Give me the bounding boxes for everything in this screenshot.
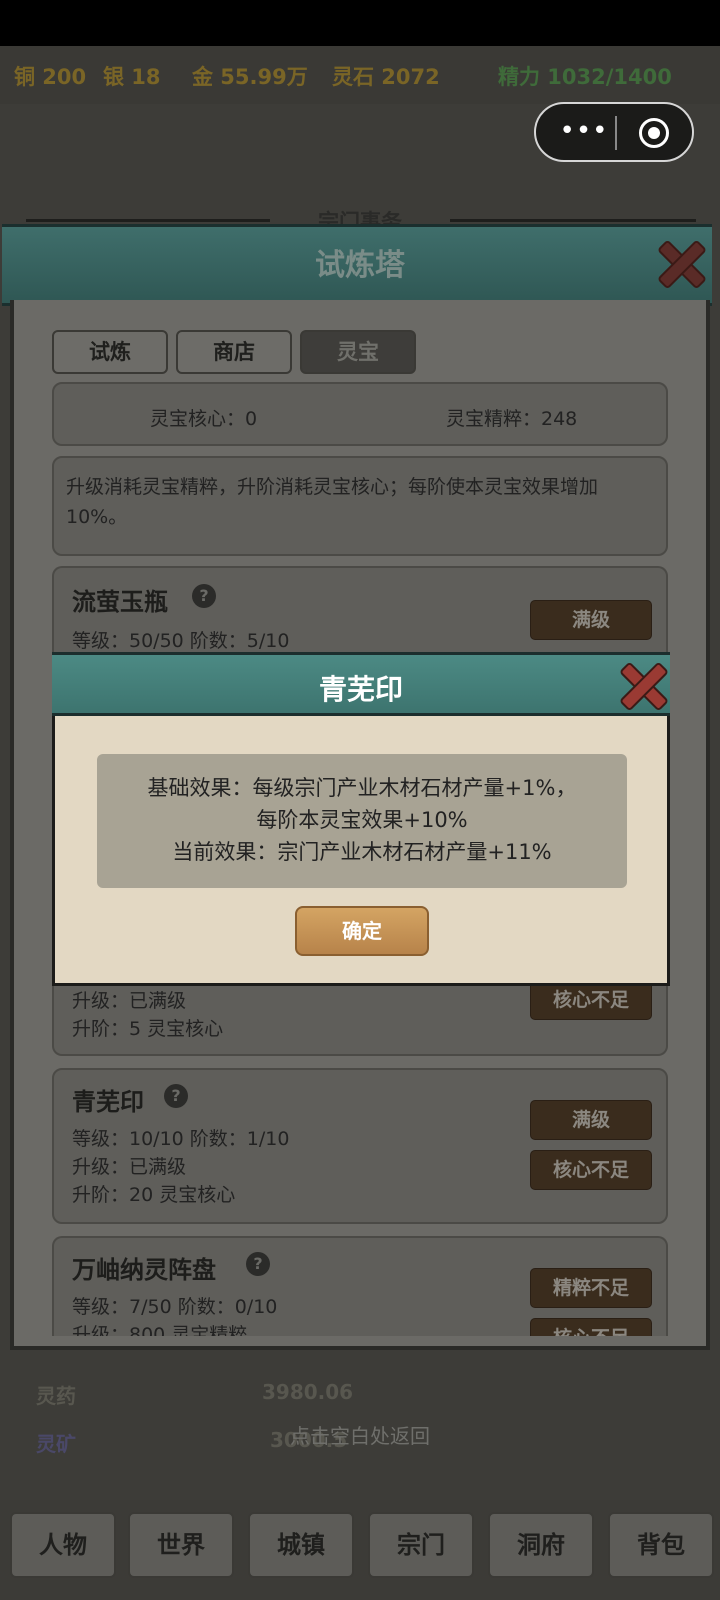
lingbao-card: 升级：已满级 升阶：5 灵宝核心 核心不足: [52, 980, 668, 1056]
popup-header: 青芜印: [52, 652, 670, 716]
bottom-nav: 人物 世界 城镇 宗门 洞府 背包: [0, 1500, 720, 1600]
popup-close-icon[interactable]: [614, 656, 670, 712]
nav-character[interactable]: 人物: [10, 1512, 116, 1578]
lingbao-detail-popup: 青芜印 基础效果：每级宗门产业木材石材产量+1%， 每阶本灵宝效果+10% 当前…: [52, 652, 670, 986]
tower-close-icon[interactable]: [652, 234, 708, 290]
close-program-icon[interactable]: [639, 118, 669, 148]
popup-body: 基础效果：每级宗门产业木材石材产量+1%， 每阶本灵宝效果+10% 当前效果：宗…: [52, 716, 670, 986]
mini-program-capsule: •••: [534, 102, 694, 162]
nav-world[interactable]: 世界: [128, 1512, 234, 1578]
spirit-stone-amount: 灵石 2072: [332, 65, 440, 89]
tab-shop[interactable]: 商店: [176, 330, 292, 374]
confirm-button[interactable]: 确定: [295, 906, 429, 956]
effect-box: 基础效果：每级宗门产业木材石材产量+1%， 每阶本灵宝效果+10% 当前效果：宗…: [97, 754, 627, 888]
item-level: 等级：10/10 阶数：1/10: [72, 1128, 290, 1150]
lingbao-essence-count: 灵宝精粹：248: [446, 408, 578, 430]
resource-summary-panel: 灵宝核心：0 灵宝精粹：248: [52, 382, 668, 446]
tab-trial[interactable]: 试炼: [52, 330, 168, 374]
bg-row-label: 灵药: [36, 1384, 76, 1408]
capsule-divider: [615, 116, 617, 150]
description-panel: 升级消耗灵宝精粹，升阶消耗灵宝核心；每阶使本灵宝效果增加10%。: [52, 456, 668, 556]
max-level-button[interactable]: 满级: [530, 1100, 652, 1140]
nav-sect[interactable]: 宗门: [368, 1512, 474, 1578]
item-upgrade: 升级：已满级: [72, 1156, 187, 1178]
item-upgrade: 升级：已满级: [72, 990, 187, 1012]
item-advance: 升阶：5 灵宝核心: [72, 1018, 224, 1040]
effect-current-line: 当前效果：宗门产业木材石材产量+11%: [172, 840, 552, 864]
tab-lingbao[interactable]: 灵宝: [300, 330, 416, 374]
max-level-button[interactable]: 满级: [530, 600, 652, 640]
core-insufficient-button[interactable]: 核心不足: [530, 1150, 652, 1190]
item-name: 青芜印: [72, 1088, 144, 1116]
more-icon[interactable]: •••: [552, 112, 616, 152]
bg-row-value: 3980.06: [262, 1380, 354, 1404]
item-upgrade: 升级：800 灵宝精粹: [72, 1324, 248, 1336]
core-insufficient-button[interactable]: 核心不足: [530, 1318, 652, 1336]
item-advance: 升阶：20 灵宝核心: [72, 1184, 236, 1206]
resource-bar: 铜 200 银 18 金 55.99万 灵石 2072 精力 1032/1400: [0, 46, 720, 104]
lingbao-card: 万岫纳灵阵盘 ? 等级：7/50 阶数：0/10 升级：800 灵宝精粹 精粹不…: [52, 1236, 668, 1336]
item-name: 流萤玉瓶: [72, 588, 168, 616]
tower-title: 试炼塔: [315, 248, 405, 283]
nav-town[interactable]: 城镇: [248, 1512, 354, 1578]
popup-title: 青芜印: [318, 673, 403, 706]
essence-insufficient-button[interactable]: 精粹不足: [530, 1268, 652, 1308]
status-bar: [0, 0, 720, 46]
lingbao-card: 青芜印 ? 等级：10/10 阶数：1/10 升级：已满级 升阶：20 灵宝核心…: [52, 1068, 668, 1224]
energy-amount: 精力 1032/1400: [498, 65, 672, 89]
effect-base-line: 基础效果：每级宗门产业木材石材产量+1%，: [147, 776, 577, 800]
item-name: 万岫纳灵阵盘: [72, 1256, 216, 1284]
description-text: 升级消耗灵宝精粹，升阶消耗灵宝核心；每阶使本灵宝效果增加10%。: [66, 476, 599, 528]
item-level: 等级：7/50 阶数：0/10: [72, 1296, 278, 1318]
nav-cave[interactable]: 洞府: [488, 1512, 594, 1578]
lingbao-core-count: 灵宝核心：0: [150, 408, 258, 430]
core-insufficient-button[interactable]: 核心不足: [530, 980, 652, 1020]
copper-amount: 铜 200: [14, 65, 87, 89]
effect-per-tier-line: 每阶本灵宝效果+10%: [256, 808, 468, 832]
nav-bag[interactable]: 背包: [608, 1512, 714, 1578]
return-hint[interactable]: 点击空白处返回: [0, 1420, 720, 1449]
gold-amount: 金 55.99万: [192, 65, 308, 89]
lingbao-card: 流萤玉瓶 ? 等级：50/50 阶数：5/10 满级: [52, 566, 668, 656]
help-icon[interactable]: ?: [192, 584, 216, 608]
item-level: 等级：50/50 阶数：5/10: [72, 630, 290, 652]
silver-amount: 银 18: [103, 65, 161, 89]
help-icon[interactable]: ?: [246, 1252, 270, 1276]
help-icon[interactable]: ?: [164, 1084, 188, 1108]
